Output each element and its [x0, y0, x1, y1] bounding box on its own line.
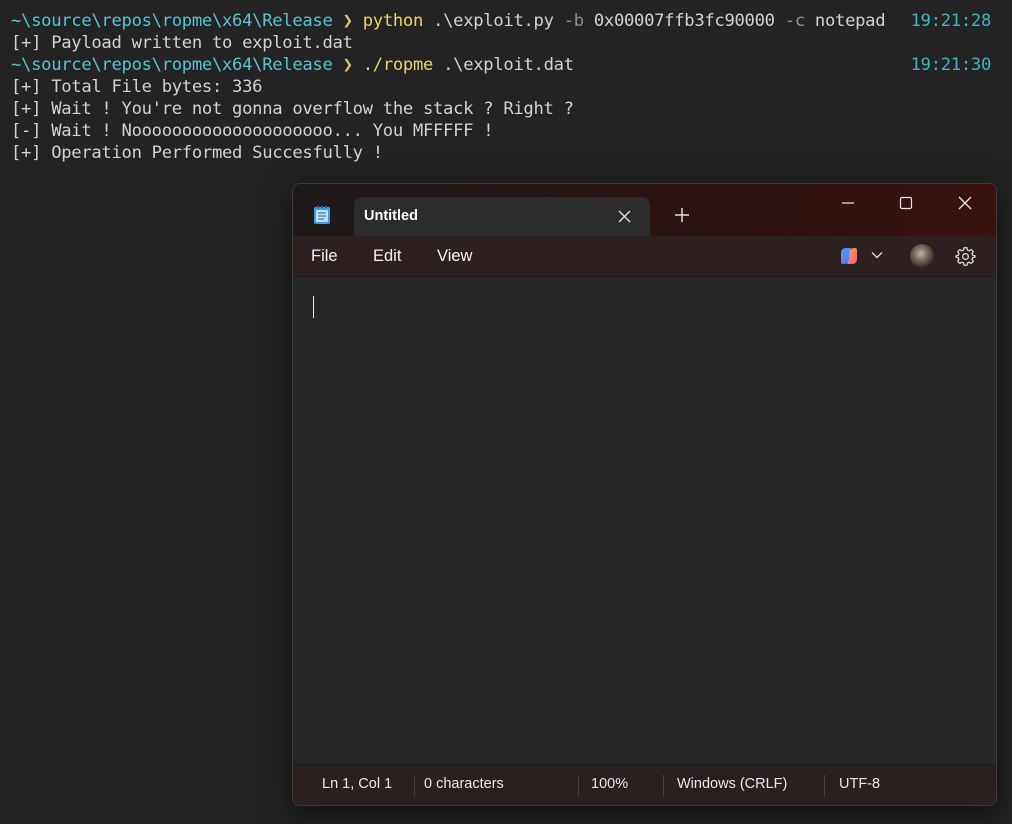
status-divider [824, 775, 825, 796]
status-encoding[interactable]: UTF-8 [839, 776, 880, 792]
command-args: .\exploit.py [423, 11, 564, 31]
command-name: python [362, 11, 424, 31]
terminal-output-line: [+] Operation Performed Succesfully ! [11, 143, 383, 163]
status-line-ending[interactable]: Windows (CRLF) [677, 776, 787, 792]
terminal-prompt-line: ~\source\repos\ropme\x64\Release ❯ pytho… [11, 10, 991, 32]
plus-icon[interactable] [675, 208, 689, 222]
minimize-icon[interactable] [841, 196, 855, 210]
command-flag: -c [784, 11, 805, 31]
command-args: 0x00007ffb3fc90000 [583, 11, 785, 31]
command-name: ./ropme [362, 55, 434, 75]
status-cursor-position: Ln 1, Col 1 [322, 776, 393, 792]
close-icon[interactable] [958, 196, 972, 210]
tab-title: Untitled [364, 208, 418, 224]
terminal-output-line: [+] Wait ! You're not gonna overflow the… [11, 99, 574, 119]
tab-untitled[interactable]: Untitled [354, 197, 650, 236]
menu-view[interactable]: View [437, 247, 472, 266]
text-editor[interactable] [293, 277, 996, 765]
text-caret [313, 296, 314, 318]
terminal-output-line: [-] Wait ! Noooooooooooooooooooo... You … [11, 121, 494, 141]
title-bar[interactable]: Untitled [293, 184, 996, 236]
status-divider [663, 775, 664, 796]
notepad-icon [314, 205, 330, 224]
status-divider [414, 775, 415, 796]
prompt-arrow: ❯ [342, 55, 353, 75]
prompt-timestamp: 19:21:28 [910, 11, 992, 31]
command-flag: -b [563, 11, 584, 31]
chevron-down-icon[interactable] [871, 251, 883, 259]
status-divider [578, 775, 579, 796]
menu-file[interactable]: File [311, 247, 338, 266]
maximize-icon[interactable] [899, 196, 913, 210]
status-character-count: 0 characters [424, 776, 504, 792]
close-icon[interactable] [618, 210, 631, 223]
command-args: .\exploit.dat [433, 55, 574, 75]
menu-bar: File Edit View [293, 236, 996, 277]
terminal-output-line: [+] Total File bytes: 336 [11, 77, 263, 97]
copilot-icon[interactable] [838, 245, 860, 267]
status-bar: Ln 1, Col 1 0 characters 100% Windows (C… [293, 764, 996, 805]
terminal-output: ~\source\repos\ropme\x64\Release ❯ pytho… [11, 10, 991, 164]
command-args: notepad [804, 11, 886, 31]
notepad-window: Untitled File Edit View Ln 1, Col 1 0 ch… [292, 183, 997, 806]
status-zoom[interactable]: 100% [591, 776, 628, 792]
terminal-prompt-line: ~\source\repos\ropme\x64\Release ❯ ./rop… [11, 54, 991, 76]
gear-icon[interactable] [955, 246, 976, 267]
menu-edit[interactable]: Edit [373, 247, 401, 266]
terminal-output-line: [+] Payload written to exploit.dat [11, 33, 353, 53]
prompt-path: ~\source\repos\ropme\x64\Release [11, 55, 333, 75]
prompt-path: ~\source\repos\ropme\x64\Release [11, 11, 333, 31]
prompt-arrow: ❯ [342, 11, 353, 31]
avatar[interactable] [910, 244, 934, 268]
prompt-timestamp: 19:21:30 [910, 55, 992, 75]
